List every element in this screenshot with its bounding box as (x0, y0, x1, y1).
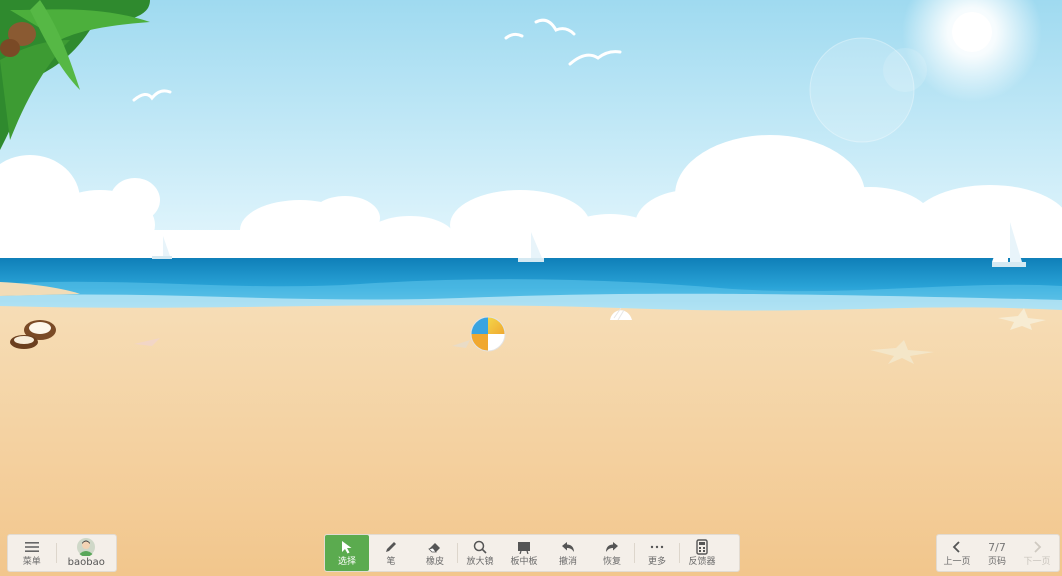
redo-label: 恢复 (602, 557, 621, 567)
pen-tool-label: 笔 (386, 557, 396, 567)
beach-background-scene (0, 0, 1062, 576)
chevron-left-icon (952, 538, 962, 556)
hamburger-menu-icon (24, 538, 39, 556)
username: baobao (67, 557, 105, 568)
page-navigation: 上一页 7/7 页码 下一页 (936, 534, 1060, 572)
board-in-board-button[interactable]: 板中板 (502, 535, 546, 571)
pen-tool-button[interactable]: 笔 (369, 535, 413, 571)
board-in-board-icon (517, 538, 531, 556)
next-page-label: 下一页 (1023, 557, 1051, 567)
menu-button[interactable]: 菜单 (8, 535, 56, 571)
user-profile-button[interactable]: baobao (57, 535, 116, 571)
undo-button[interactable]: 撤消 (546, 535, 590, 571)
undo-icon (561, 538, 575, 556)
more-label: 更多 (647, 557, 666, 567)
chevron-right-icon (1032, 538, 1042, 556)
page-label: 页码 (987, 557, 1006, 567)
pen-icon (384, 538, 398, 556)
page-indicator: 7/7 (988, 540, 1006, 554)
prev-page-button[interactable]: 上一页 (937, 535, 977, 571)
main-toolbar: 选择 笔 橡皮 放大镜 板中板 撤消 恢复 更多 反馈器 (324, 534, 740, 572)
more-button[interactable]: 更多 (635, 535, 679, 571)
redo-button[interactable]: 恢复 (590, 535, 634, 571)
next-page-button[interactable]: 下一页 (1017, 535, 1057, 571)
select-tool-button[interactable]: 选择 (325, 535, 369, 571)
redo-icon (605, 538, 619, 556)
whiteboard-canvas[interactable] (0, 0, 1062, 576)
left-toolbar: 菜单 baobao (7, 534, 117, 572)
eraser-icon (427, 538, 443, 556)
magnifier-icon (473, 538, 487, 556)
more-dots-icon (650, 538, 664, 556)
sun (952, 12, 992, 52)
lens-flare-small (883, 48, 927, 92)
clicker-label: 反馈器 (688, 557, 716, 567)
cursor-arrow-icon (341, 538, 353, 556)
page-number-button[interactable]: 7/7 页码 (977, 535, 1017, 571)
magnifier-tool-label: 放大镜 (466, 557, 494, 567)
magnifier-tool-button[interactable]: 放大镜 (458, 535, 502, 571)
clicker-button[interactable]: 反馈器 (680, 535, 724, 571)
prev-page-label: 上一页 (943, 557, 971, 567)
board-in-board-label: 板中板 (510, 557, 538, 567)
eraser-tool-button[interactable]: 橡皮 (413, 535, 457, 571)
menu-label: 菜单 (22, 557, 41, 567)
clicker-device-icon (696, 538, 708, 556)
undo-label: 撤消 (558, 557, 577, 567)
avatar (77, 538, 96, 556)
eraser-tool-label: 橡皮 (425, 557, 444, 567)
select-tool-label: 选择 (337, 557, 356, 567)
